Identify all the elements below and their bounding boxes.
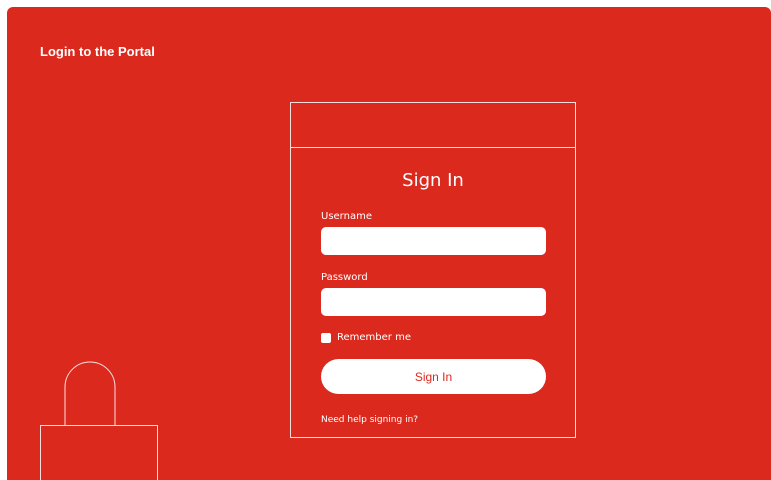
remember-me-row[interactable]: Remember me [321,332,411,343]
signin-card: Sign In Username Password Remember me Si… [290,102,576,438]
help-signing-in-link[interactable]: Need help signing in? [321,415,418,425]
password-label: Password [321,272,368,283]
page-title: Login to the Portal [40,44,155,59]
padlock-icon [40,361,158,480]
login-panel: Login to the Portal Sign In Username Pas… [7,7,771,480]
signin-title: Sign In [402,170,464,191]
username-label: Username [321,211,372,222]
sign-in-button[interactable]: Sign In [321,359,546,394]
remember-me-checkbox[interactable] [321,332,331,343]
remember-me-label: Remember me [337,332,411,343]
card-header [291,103,575,148]
password-input[interactable] [321,288,546,316]
username-input[interactable] [321,227,546,255]
